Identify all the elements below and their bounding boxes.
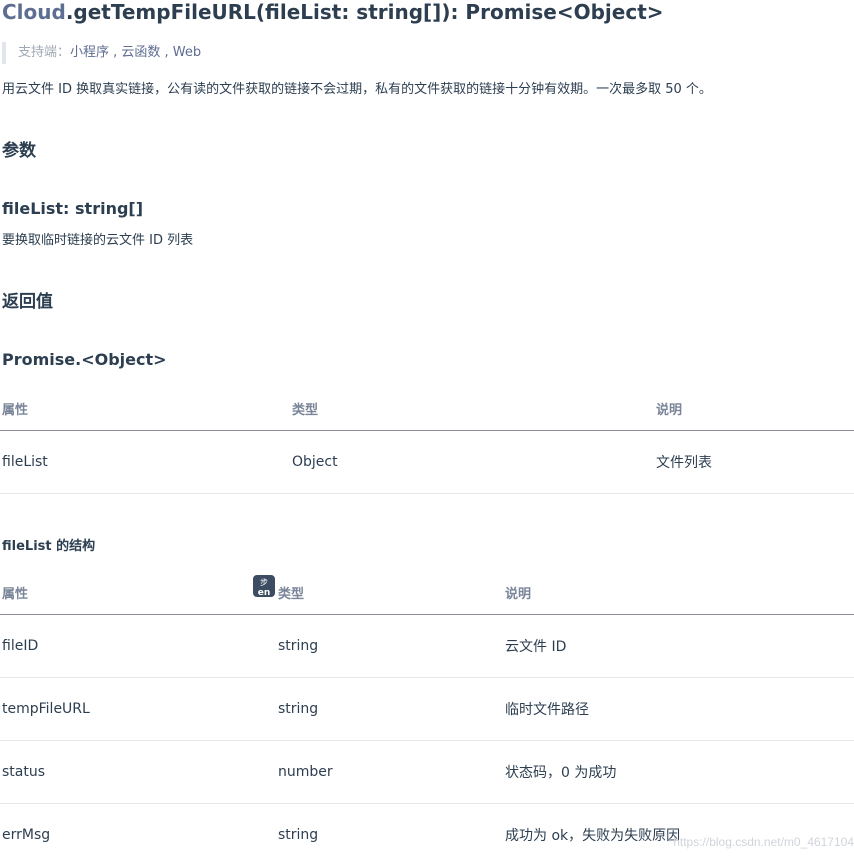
table-cell: number — [276, 741, 503, 804]
table-cell: string — [276, 678, 503, 741]
api-signature: .getTempFileURL(fileList: string[]): Pro… — [66, 0, 664, 24]
support-platforms: 小程序 , 云函数 , Web — [70, 45, 201, 60]
params-heading: 参数 — [2, 139, 36, 163]
column-header: 类型 — [276, 570, 503, 615]
api-description: 用云文件 ID 换取真实链接，公有读的文件获取的链接不会过期，私有的文件获取的链… — [2, 80, 712, 100]
table-cell: 文件列表 — [654, 431, 854, 494]
api-title: Cloud.getTempFileURL(fileList: string[])… — [2, 0, 664, 24]
column-header: 说明 — [503, 570, 854, 615]
table-row: status number 状态码，0 为成功 — [0, 741, 854, 804]
translate-icon-top: 步 — [253, 578, 275, 588]
table-cell: string — [276, 615, 503, 678]
returns-heading: 返回值 — [2, 290, 53, 314]
support-label: 支持端： — [18, 45, 70, 60]
column-header: 类型 — [290, 386, 654, 431]
api-class-name: Cloud — [2, 0, 66, 24]
watermark: https://blog.csdn.net/m0_4617104 — [673, 835, 854, 849]
table-row: fileList Object 文件列表 — [0, 431, 854, 494]
table-cell: tempFileURL — [0, 678, 276, 741]
table-row: fileID string 云文件 ID — [0, 615, 854, 678]
translate-icon[interactable]: 步 en — [253, 575, 275, 597]
column-header: 属性 — [0, 386, 290, 431]
table-header-row: 属性 类型 说明 — [0, 570, 854, 615]
doc-page: Cloud.getTempFileURL(fileList: string[])… — [0, 0, 854, 849]
param-description: 要换取临时链接的云文件 ID 列表 — [2, 231, 193, 251]
translate-icon-bottom: en — [253, 588, 275, 598]
table-cell: Object — [290, 431, 654, 494]
table-cell: string — [276, 804, 503, 866]
table-row: tempFileURL string 临时文件路径 — [0, 678, 854, 741]
table-cell: 云文件 ID — [503, 615, 854, 678]
filelist-struct-table: 属性 类型 说明 fileID string 云文件 ID tempFileUR… — [0, 570, 854, 866]
table-cell: fileID — [0, 615, 276, 678]
table-cell: errMsg — [0, 804, 276, 866]
column-header: 属性 — [0, 570, 276, 615]
table-cell: fileList — [0, 431, 290, 494]
table-cell: 临时文件路径 — [503, 678, 854, 741]
column-header: 说明 — [654, 386, 854, 431]
table-cell: status — [0, 741, 276, 804]
param-name: fileList: string[] — [2, 198, 143, 220]
support-note: 支持端：小程序 , 云函数 , Web — [2, 42, 201, 64]
returns-table: 属性 类型 说明 fileList Object 文件列表 — [0, 386, 854, 494]
filelist-struct-heading: fileList 的结构 — [2, 538, 95, 556]
table-cell: 状态码，0 为成功 — [503, 741, 854, 804]
table-header-row: 属性 类型 说明 — [0, 386, 854, 431]
returns-type-heading: Promise.<Object> — [2, 349, 167, 371]
